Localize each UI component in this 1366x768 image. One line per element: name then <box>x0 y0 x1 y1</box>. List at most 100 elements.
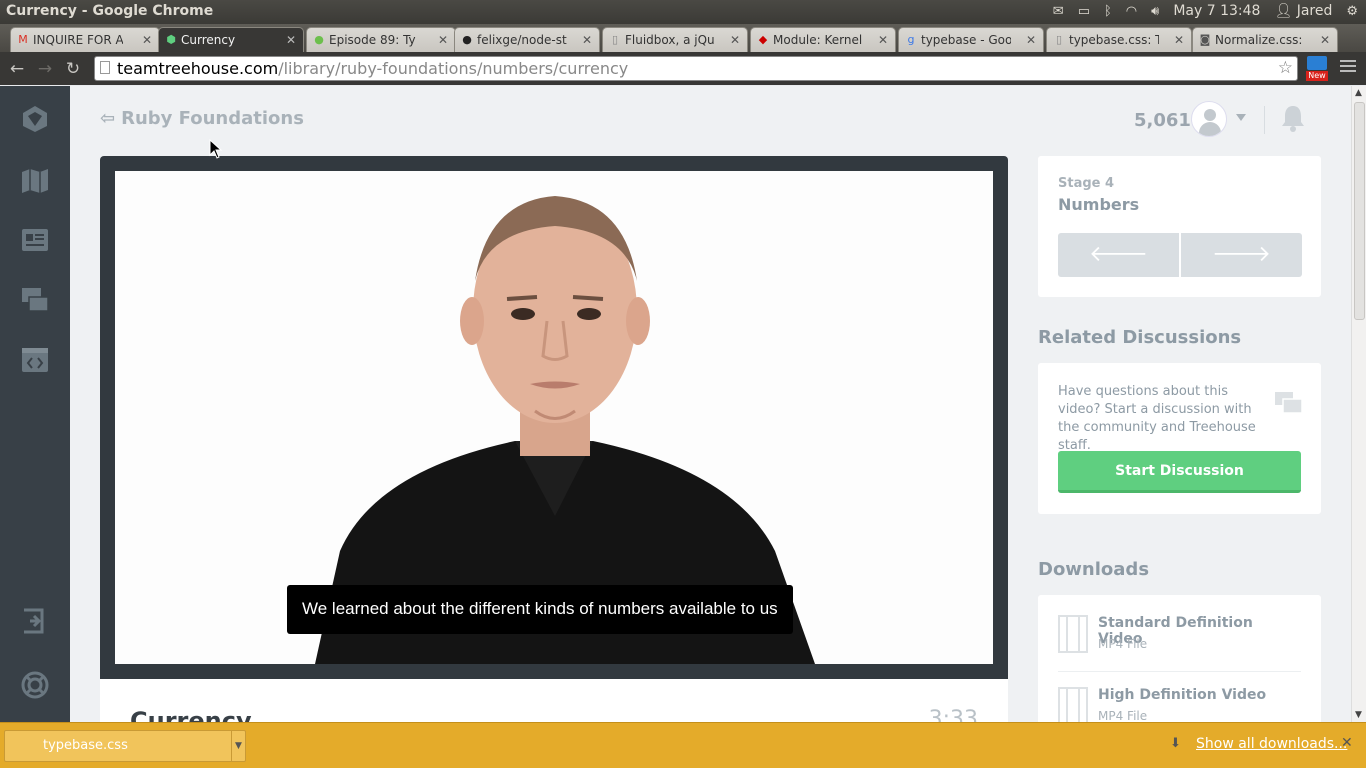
tab-typebase-google[interactable]: g typebase - Googl ✕ <box>898 27 1044 52</box>
tab-label: typebase - Googl <box>921 33 1011 47</box>
film-icon <box>1058 687 1088 722</box>
tab-label: typebase.css: The <box>1069 33 1159 47</box>
volume-icon[interactable]: 🔊︎ <box>1151 4 1159 19</box>
ruby-icon: ◆ <box>758 33 768 46</box>
download-item[interactable]: Standard Definition Video MP4 File <box>1058 605 1301 665</box>
arrow-left-icon: 🡐︎ <box>1089 242 1148 267</box>
extension-icon <box>1307 56 1327 70</box>
help-lifebuoy-icon[interactable] <box>20 670 50 700</box>
tab-label: Episode 89: Ty <box>329 33 416 47</box>
close-icon[interactable]: ✕ <box>730 33 740 47</box>
stage-label: Stage 4 <box>1058 176 1115 191</box>
treehouse-logo-icon[interactable] <box>20 104 50 134</box>
close-icon[interactable]: ✕ <box>878 33 888 47</box>
bluetooth-icon[interactable]: ᛒ <box>1104 4 1112 19</box>
downloaded-file-item[interactable]: typebase.css ▼ <box>4 730 246 762</box>
mouse-cursor-icon <box>209 139 223 159</box>
tab-kernel[interactable]: ◆ Module: Kernel (I ✕ <box>750 27 896 52</box>
github-icon: ● <box>462 33 472 46</box>
user-menu[interactable]: 👤︎ Jared <box>1274 3 1332 19</box>
next-step-button[interactable]: 🡒︎ <box>1181 233 1302 277</box>
download-name: High Definition Video <box>1098 687 1267 703</box>
bookmark-star-icon[interactable]: ☆ <box>1278 58 1293 78</box>
close-icon[interactable]: ✕ <box>1026 33 1036 47</box>
scrollbar-thumb[interactable] <box>1354 102 1365 320</box>
chat-bubbles-icon <box>1275 390 1303 420</box>
forward-arrow-icon[interactable]: → <box>34 58 56 80</box>
url-path: /library/ruby-foundations/numbers/curren… <box>278 59 629 78</box>
tab-normalize[interactable]: ◙ Normalize.css: M ✕ <box>1192 27 1338 52</box>
header-divider <box>1264 106 1265 134</box>
discussion-card: Have questions about this video? Start a… <box>1038 363 1321 514</box>
downloads-title: Downloads <box>1038 559 1150 580</box>
video-player[interactable]: We learned about the different kinds of … <box>100 156 1008 679</box>
user-name: Jared <box>1296 3 1333 19</box>
close-icon[interactable]: ✕ <box>582 33 592 47</box>
scroll-down-icon[interactable]: ▼ <box>1355 710 1362 720</box>
address-bar[interactable]: teamtreehouse.com/library/ruby-foundatio… <box>94 56 1298 81</box>
tab-node-stylus[interactable]: ● felixge/node-styl ✕ <box>454 27 600 52</box>
avatar[interactable] <box>1191 101 1227 137</box>
app-sidebar <box>0 86 70 722</box>
reload-icon[interactable]: ↻ <box>62 58 84 80</box>
episode-icon: ● <box>314 33 324 46</box>
previous-step-button[interactable]: 🡐︎ <box>1058 233 1179 277</box>
wifi-icon[interactable]: ◠ <box>1126 4 1137 19</box>
video-info: Currency 3:33 <box>100 679 1008 722</box>
discussion-prompt: Have questions about this video? Start a… <box>1058 384 1256 453</box>
chevron-down-icon[interactable] <box>1236 114 1246 121</box>
stage-card: Stage 4 Numbers 🡐︎ 🡒︎ <box>1038 156 1321 297</box>
tab-fluidbox[interactable]: ▯ Fluidbox, a jQuer ✕ <box>602 27 748 52</box>
battery-icon[interactable]: ▭ <box>1078 4 1090 19</box>
related-discussions-title: Related Discussions <box>1038 327 1242 348</box>
tab-typebase-css[interactable]: ▯ typebase.css: The ✕ <box>1046 27 1192 52</box>
stage-name[interactable]: Numbers <box>1058 195 1139 214</box>
tracks-list-icon[interactable] <box>20 225 50 255</box>
tab-label: INQUIRE FOR AD <box>33 33 123 47</box>
close-icon[interactable]: ✕ <box>1174 33 1184 47</box>
treehouse-icon: ⬢ <box>166 33 176 46</box>
tab-label: Currency <box>181 33 236 47</box>
extension-button[interactable]: New <box>1306 56 1328 82</box>
close-icon[interactable]: ✕ <box>1341 735 1353 751</box>
gear-icon[interactable]: ⚙ <box>1346 4 1358 19</box>
clock[interactable]: May 7 13:48 <box>1173 3 1260 19</box>
sign-out-icon[interactable] <box>20 606 50 636</box>
tab-inquire[interactable]: M INQUIRE FOR AD ✕ <box>10 27 160 52</box>
library-map-icon[interactable] <box>20 166 50 196</box>
google-icon: g <box>907 33 915 46</box>
page-icon: ▯ <box>611 33 619 46</box>
page-scrollbar[interactable]: ▲ ▼ <box>1351 86 1366 722</box>
download-item[interactable]: High Definition Video MP4 File <box>1058 677 1301 722</box>
start-discussion-button[interactable]: Start Discussion <box>1058 451 1301 493</box>
window-title: Currency - Google Chrome <box>6 3 214 19</box>
download-shelf: typebase.css ▼ ⬇ Show all downloads... ✕ <box>0 722 1366 768</box>
close-icon[interactable]: ✕ <box>438 33 448 47</box>
video-viewport[interactable]: We learned about the different kinds of … <box>115 171 993 664</box>
chevron-down-icon[interactable]: ▼ <box>231 731 245 761</box>
video-caption: We learned about the different kinds of … <box>287 585 793 634</box>
downloaded-file-name: typebase.css <box>43 738 128 753</box>
points-count[interactable]: 5,061 <box>1134 110 1191 131</box>
download-type: MP4 File <box>1098 709 1148 722</box>
close-icon[interactable]: ✕ <box>142 33 152 47</box>
close-icon[interactable]: ✕ <box>1320 33 1330 47</box>
show-all-downloads-link[interactable]: Show all downloads... <box>1196 736 1347 752</box>
menu-icon[interactable] <box>1340 60 1356 75</box>
gmail-icon: M <box>18 33 28 46</box>
notification-bell-icon[interactable] <box>1280 104 1306 132</box>
community-chat-icon[interactable] <box>20 285 50 315</box>
video-duration: 3:33 <box>928 707 978 722</box>
tab-episode[interactable]: ● Episode 89: Ty ✕ <box>306 27 456 52</box>
tab-currency[interactable]: ⬢ Currency ✕ <box>158 27 304 52</box>
back-arrow-icon[interactable]: ← <box>6 58 28 80</box>
extension-new-badge: New <box>1306 71 1328 81</box>
page-icon: ▯ <box>1055 33 1063 46</box>
download-arrow-icon: ⬇ <box>1170 736 1181 751</box>
mail-icon[interactable]: ✉ <box>1053 4 1064 19</box>
workspaces-code-icon[interactable] <box>20 345 50 375</box>
close-icon[interactable]: ✕ <box>286 33 296 47</box>
back-to-course-link[interactable]: ⇦ Ruby Foundations <box>100 108 304 129</box>
scroll-up-icon[interactable]: ▲ <box>1355 88 1362 98</box>
tab-label: Module: Kernel (I <box>773 33 863 47</box>
